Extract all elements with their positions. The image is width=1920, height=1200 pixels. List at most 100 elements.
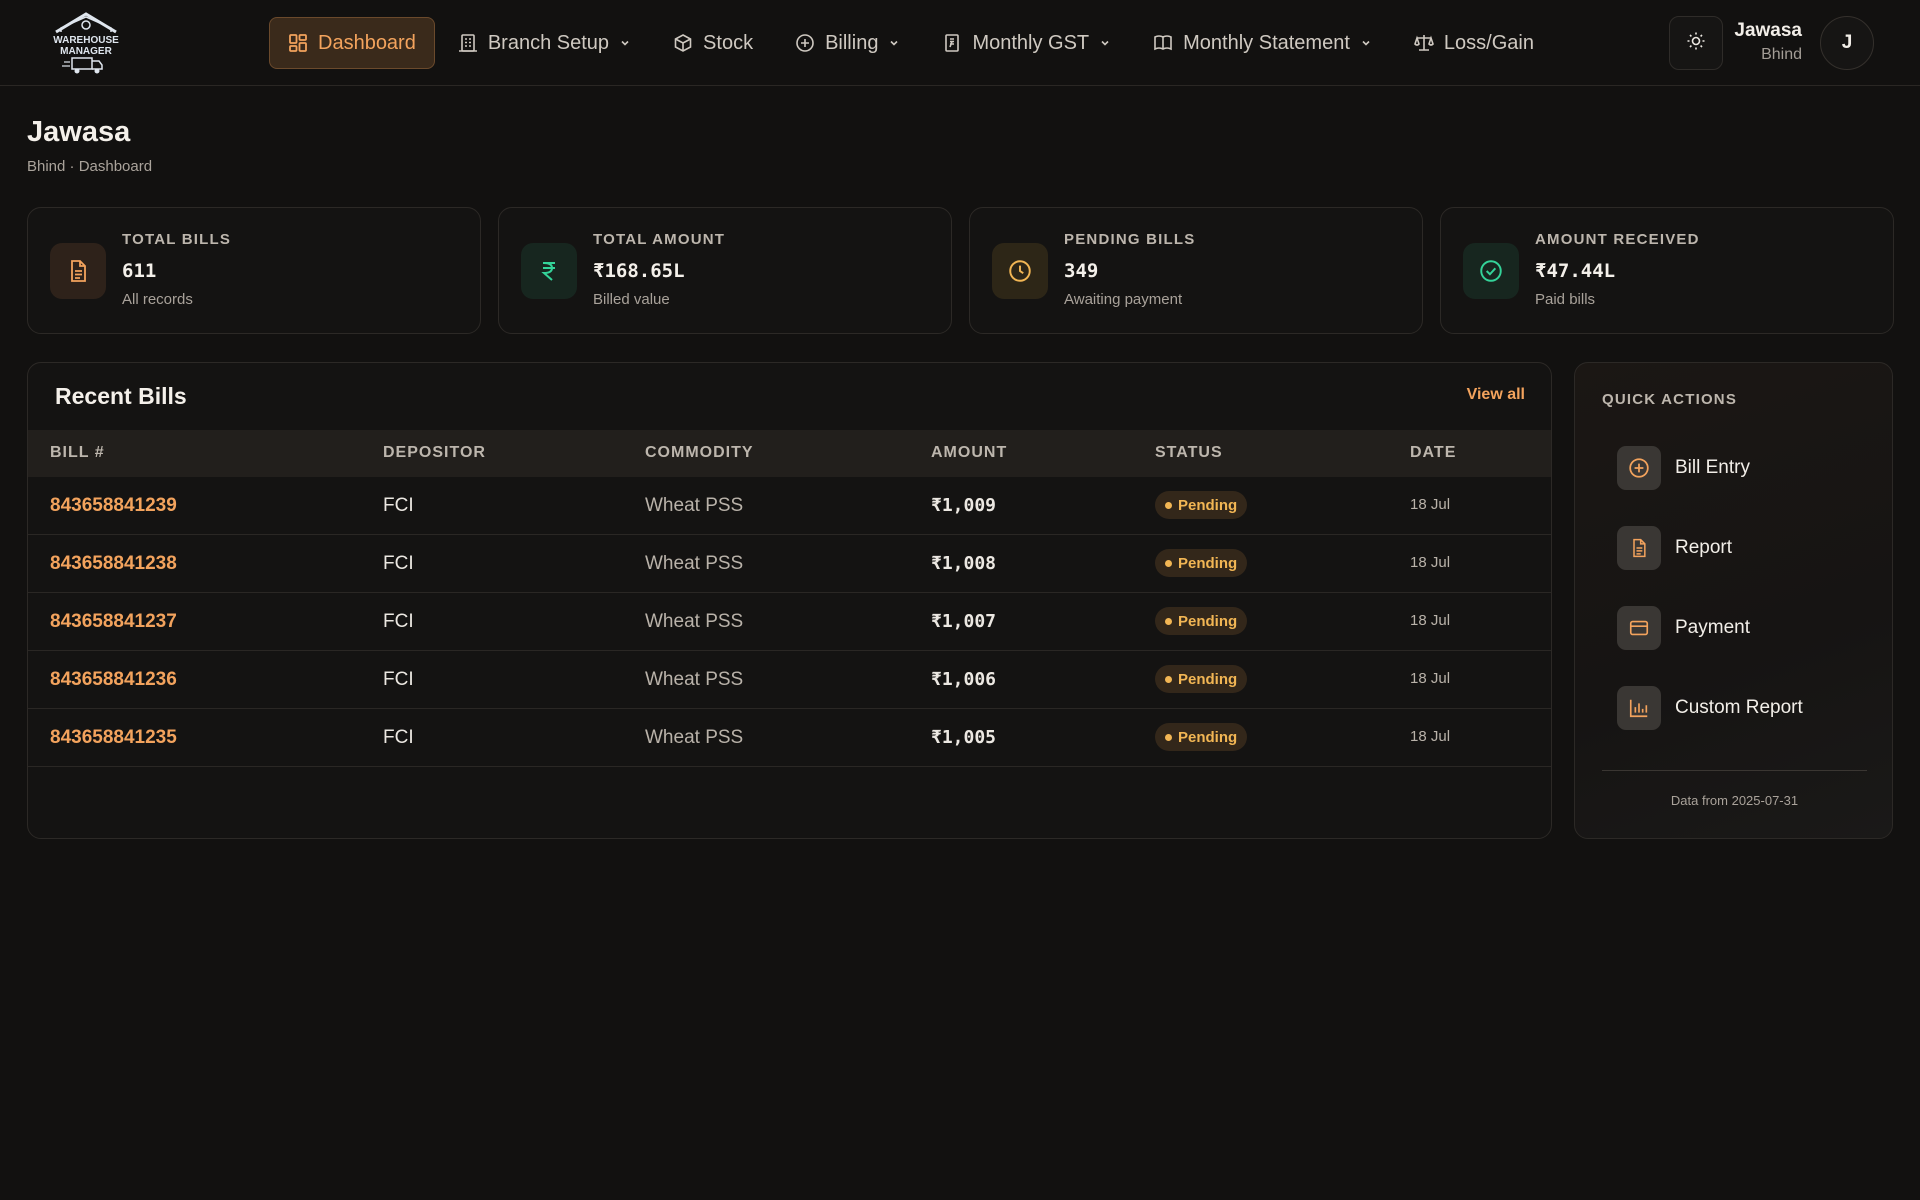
chevron-down-icon: [1360, 37, 1372, 49]
status-badge: Pending: [1155, 491, 1248, 519]
status-badge: Pending: [1155, 607, 1248, 635]
document-icon: [1617, 526, 1661, 570]
column-header[interactable]: Status: [1155, 444, 1223, 462]
depositor-cell: FCI: [383, 669, 414, 690]
table-row[interactable]: 843658841235 FCI Wheat PSS ₹1,005 Pendin…: [28, 709, 1551, 767]
stat-value: 611: [122, 260, 157, 282]
date-cell: 18 Jul: [1410, 496, 1451, 513]
bill-number-link[interactable]: 843658841238: [50, 553, 177, 575]
bill-number-link[interactable]: 843658841239: [50, 495, 177, 517]
logo-text-line1: WAREHOUSE: [53, 35, 119, 46]
column-header[interactable]: Amount: [931, 444, 1007, 462]
nav-loss-gain[interactable]: Loss/Gain: [1395, 17, 1553, 69]
quick-actions-panel: Quick Actions Bill Entry Report Payment …: [1574, 362, 1893, 839]
bill-number-link[interactable]: 843658841235: [50, 727, 177, 749]
depositor-cell: FCI: [383, 727, 414, 748]
commodity-cell: Wheat PSS: [645, 553, 744, 574]
receipt-icon: [942, 33, 962, 53]
date-cell: 18 Jul: [1410, 612, 1451, 629]
commodity-cell: Wheat PSS: [645, 611, 744, 632]
stat-subtext: Paid bills: [1535, 291, 1596, 308]
nav-stock[interactable]: Stock: [654, 17, 772, 69]
stat-subtext: All records: [122, 291, 193, 308]
table-row[interactable]: 843658841238 FCI Wheat PSS ₹1,008 Pendin…: [28, 535, 1551, 593]
nav-dashboard[interactable]: Dashboard: [269, 17, 435, 69]
quick-action-payment[interactable]: Payment: [1617, 606, 1877, 650]
amount-cell: ₹1,007: [931, 611, 997, 632]
bill-number-link[interactable]: 843658841237: [50, 611, 177, 633]
chevron-down-icon: [619, 37, 631, 49]
stat-subtext: Awaiting payment: [1064, 291, 1183, 308]
check-circle-icon: [1463, 243, 1519, 299]
status-text: Pending: [1178, 554, 1238, 572]
nav-loss-gain-label: Loss/Gain: [1443, 31, 1534, 54]
depositor-cell: FCI: [383, 611, 414, 632]
view-all-link[interactable]: View all: [1467, 386, 1525, 404]
warehouse-manager-logo[interactable]: WAREHOUSE MANAGER: [44, 10, 128, 76]
stat-label: Pending Bills: [1064, 231, 1196, 248]
user-branch: Bhind: [1761, 46, 1802, 63]
quick-action-custom-report[interactable]: Custom Report: [1617, 686, 1877, 730]
column-header[interactable]: Commodity: [645, 444, 754, 462]
bill-number-link[interactable]: 843658841236: [50, 669, 177, 691]
status-dot: [1165, 559, 1172, 567]
table-row[interactable]: 843658841236 FCI Wheat PSS ₹1,006 Pendin…: [28, 651, 1551, 709]
page-title: Jawasa: [27, 116, 131, 148]
main-nav: Dashboard Branch Setup Stock Billing Mon…: [269, 17, 1557, 69]
status-badge: Pending: [1155, 549, 1248, 577]
box-icon: [673, 33, 693, 53]
depositor-cell: FCI: [383, 495, 414, 516]
dashboard-icon: [288, 33, 308, 53]
commodity-cell: Wheat PSS: [645, 495, 744, 516]
nav-stock-label: Stock: [703, 31, 754, 54]
bar-chart-icon: [1617, 686, 1661, 730]
data-date-note: Data from 2025-07-31: [1670, 793, 1799, 808]
stat-subtext: Billed value: [593, 291, 670, 308]
recent-bills-title: Recent Bills: [55, 383, 187, 409]
nav-billing[interactable]: Billing: [776, 17, 919, 69]
clock-icon: [992, 243, 1048, 299]
quick-action-bill-entry[interactable]: Bill Entry: [1617, 446, 1877, 490]
table-header: Bill # Depositor Commodity Amount Status…: [28, 430, 1551, 477]
status-dot: [1165, 675, 1172, 683]
logo-text-line2: MANAGER: [60, 46, 112, 57]
quick-action-label: Report: [1675, 537, 1733, 558]
table-row[interactable]: 843658841237 FCI Wheat PSS ₹1,007 Pendin…: [28, 593, 1551, 651]
date-cell: 18 Jul: [1410, 554, 1451, 571]
status-badge: Pending: [1155, 665, 1248, 693]
status-text: Pending: [1178, 496, 1238, 514]
chevron-down-icon: [1099, 37, 1111, 49]
commodity-cell: Wheat PSS: [645, 727, 744, 748]
chevron-down-icon: [888, 37, 900, 49]
quick-action-label: Custom Report: [1675, 697, 1803, 718]
avatar[interactable]: J: [1820, 16, 1874, 70]
status-text: Pending: [1178, 728, 1238, 746]
status-badge: Pending: [1155, 723, 1248, 751]
breadcrumb: Bhind · Dashboard: [27, 158, 153, 175]
stat-value: ₹168.65L: [593, 260, 685, 282]
user-name: Jawasa: [1734, 20, 1802, 41]
scale-icon: [1413, 33, 1434, 53]
table-row[interactable]: 843658841239 FCI Wheat PSS ₹1,009 Pendin…: [28, 477, 1551, 535]
quick-action-report[interactable]: Report: [1617, 526, 1877, 570]
nav-branch-setup-label: Branch Setup: [487, 31, 610, 54]
nav-branch-setup[interactable]: Branch Setup: [439, 17, 650, 69]
depositor-cell: FCI: [383, 553, 414, 574]
amount-cell: ₹1,009: [931, 495, 997, 516]
column-header[interactable]: Date: [1410, 444, 1456, 462]
column-header[interactable]: Depositor: [383, 444, 486, 462]
quick-actions-title: Quick Actions: [1602, 391, 1738, 408]
recent-bills-panel: Recent Bills View all Bill # Depositor C…: [27, 362, 1552, 839]
stat-card-total-amount: Total Amount ₹168.65L Billed value: [498, 207, 952, 334]
nav-monthly-gst[interactable]: Monthly GST: [923, 17, 1130, 69]
plus-circle-icon: [1617, 446, 1661, 490]
stat-label: Amount Received: [1535, 231, 1700, 248]
quick-action-label: Bill Entry: [1675, 457, 1750, 478]
top-navbar: WAREHOUSE MANAGER Dashboard Branch Setup: [0, 0, 1920, 86]
column-header[interactable]: Bill #: [50, 444, 105, 462]
stat-label: Total Bills: [122, 231, 232, 248]
theme-toggle-button[interactable]: [1669, 16, 1723, 70]
status-text: Pending: [1178, 670, 1238, 688]
nav-monthly-statement[interactable]: Monthly Statement: [1134, 17, 1391, 69]
nav-monthly-gst-label: Monthly GST: [972, 31, 1090, 54]
